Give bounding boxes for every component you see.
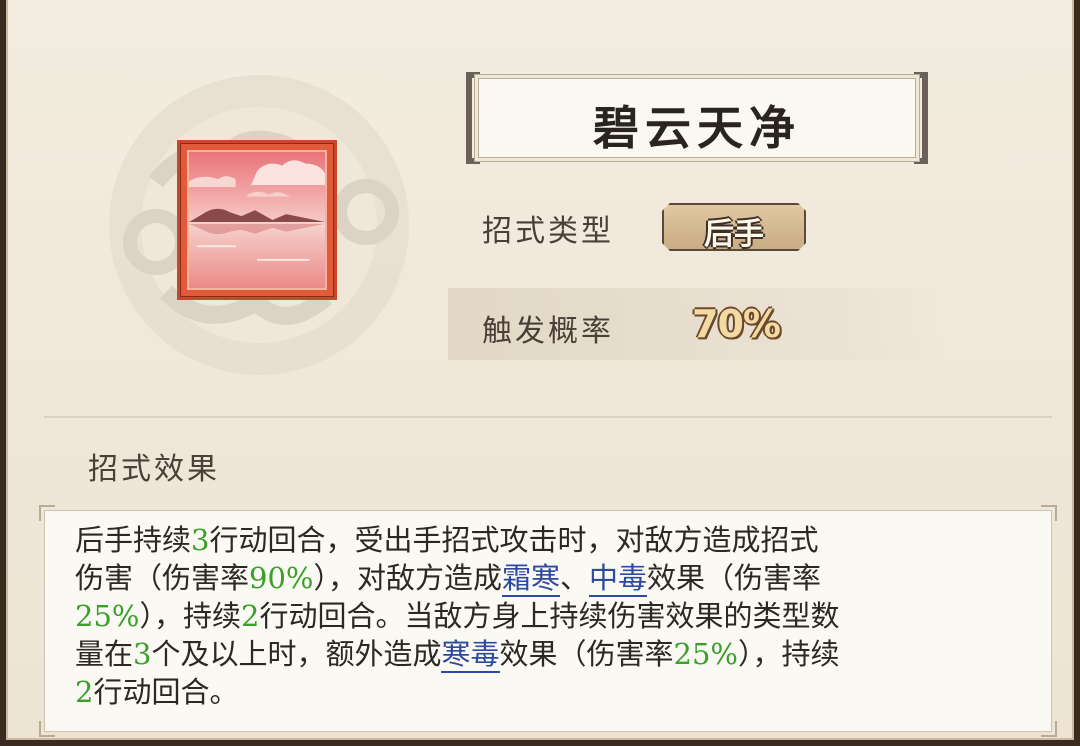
skill-name: 碧云天净 [593, 101, 801, 155]
effect-description-box: 后手持续3行动回合，受出手招式攻击时，对敌方造成招式 伤害（伤害率90%），对敌… [39, 505, 1057, 737]
effect-line: 后手持续3行动回合，受出手招式攻击时，对敌方造成招式 [75, 523, 819, 557]
trigger-probability-label: 触发概率 [482, 314, 614, 349]
skill-type-badge: 后手 [662, 203, 806, 251]
trigger-probability-value: 70% [692, 302, 781, 346]
skill-type-label: 招式类型 [482, 214, 614, 249]
skill-icon[interactable] [177, 140, 337, 300]
section-divider [44, 416, 1052, 418]
skill-type-value: 后手 [704, 217, 764, 252]
effect-line: 伤害（伤害率90%），对敌方造成霜寒、中毒效果（伤害率 [75, 561, 822, 597]
effect-line: 25%），持续2行动回合。当敌方身上持续伤害效果的类型数 [75, 599, 840, 633]
skill-detail-panel: 碧云天净 招式类型 后手 触发概率 70% 招式效果 后手持续3行动回合，受出手… [6, 0, 1074, 740]
keyword-cold-poison-link[interactable]: 寒毒 [441, 637, 500, 673]
lake-mountain-icon [189, 152, 325, 288]
skill-title-frame: 碧云天净 [466, 72, 928, 164]
effect-section-title: 招式效果 [88, 452, 220, 487]
effect-line: 量在3个及以上时，额外造成寒毒效果（伤害率25%），持续 [75, 637, 840, 673]
keyword-frost-link[interactable]: 霜寒 [502, 561, 561, 597]
effect-line: 2行动回合。 [75, 675, 239, 709]
effect-description: 后手持续3行动回合，受出手招式攻击时，对敌方造成招式 伤害（伤害率90%），对敌… [75, 521, 1025, 711]
keyword-poison-link[interactable]: 中毒 [589, 561, 648, 597]
